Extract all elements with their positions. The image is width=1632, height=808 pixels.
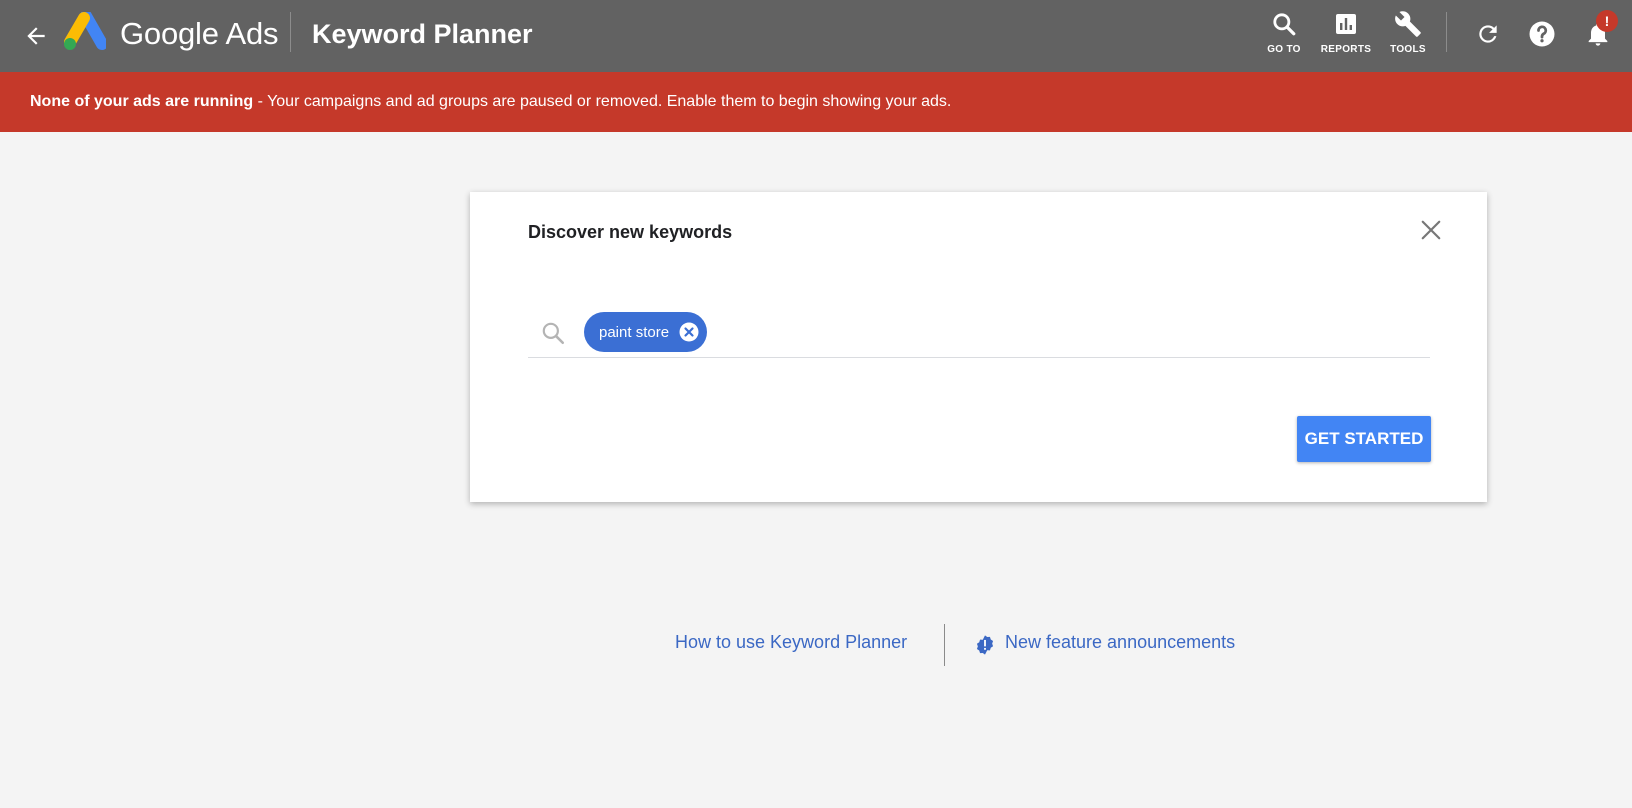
wrench-icon (1394, 8, 1422, 40)
card-title: Discover new keywords (528, 222, 733, 242)
top-app-bar: Google Ads Keyword Planner GO TO REPORTS (0, 0, 1632, 72)
brand-name: Google Ads (120, 16, 279, 51)
google-ads-logo-icon[interactable] (62, 10, 108, 52)
chip-remove-icon[interactable] (679, 322, 699, 342)
notifications-button[interactable]: ! (1578, 10, 1618, 54)
notification-badge: ! (1596, 10, 1618, 32)
header-divider (290, 12, 291, 52)
header-divider-right (1446, 12, 1447, 52)
links-divider (944, 624, 945, 666)
tools-button[interactable]: TOOLS (1378, 8, 1438, 62)
reports-button[interactable]: REPORTS (1316, 8, 1376, 62)
tools-label: TOOLS (1390, 44, 1426, 55)
reports-label: REPORTS (1320, 44, 1372, 55)
reports-icon (1334, 8, 1358, 40)
discover-keywords-card: Discover new keywords paint store GET ST… (470, 192, 1487, 502)
refresh-icon[interactable] (1468, 14, 1508, 54)
search-icon (540, 320, 566, 346)
announcement-badge-icon (974, 634, 996, 656)
get-started-button[interactable]: GET STARTED (1297, 416, 1431, 462)
back-arrow-icon[interactable] (18, 18, 54, 54)
help-icon[interactable] (1522, 14, 1562, 54)
goto-button[interactable]: GO TO (1254, 8, 1314, 62)
goto-label: GO TO (1267, 44, 1301, 55)
keyword-chip[interactable]: paint store (584, 312, 708, 352)
search-icon (1271, 8, 1297, 40)
alert-banner: None of your ads are running - Your camp… (0, 72, 1632, 132)
new-feature-announcements-link[interactable]: New feature announcements (1005, 632, 1235, 653)
help-links: How to use Keyword Planner New feature a… (0, 624, 1632, 668)
alert-headline: None of your ads are running (30, 93, 254, 110)
page-title: Keyword Planner (312, 19, 533, 49)
keyword-chip-label: paint store (599, 323, 670, 341)
alert-message: - Your campaigns and ad groups are pause… (253, 93, 952, 110)
how-to-use-link[interactable]: How to use Keyword Planner (675, 632, 907, 653)
keyword-input[interactable] (728, 318, 1418, 352)
keyword-search-row: paint store (528, 312, 1430, 358)
close-icon[interactable] (1417, 216, 1445, 244)
